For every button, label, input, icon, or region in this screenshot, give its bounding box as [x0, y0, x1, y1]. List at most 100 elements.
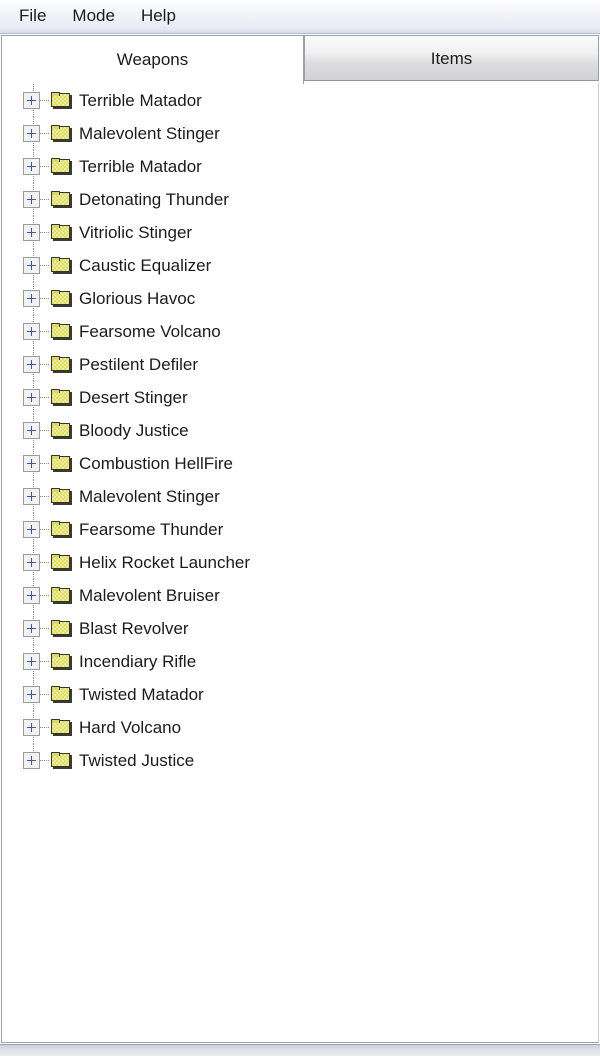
tree-connector-line — [40, 463, 50, 464]
tree-row-label: Terrible Matador — [79, 156, 202, 176]
tree-row[interactable]: Caustic Equalizer — [2, 249, 598, 282]
window-bottom-strip — [0, 1044, 600, 1056]
tree-row[interactable]: Twisted Justice — [2, 744, 598, 777]
tree-row[interactable]: Desert Stinger — [2, 381, 598, 414]
tree-connector-line — [40, 628, 50, 629]
folder-icon — [51, 290, 72, 307]
expand-plus-icon[interactable] — [23, 422, 40, 439]
tree-row[interactable]: Malevolent Stinger — [2, 117, 598, 150]
tree-connector-line — [40, 133, 50, 134]
expand-plus-icon[interactable] — [23, 554, 40, 571]
tree-connector-line — [40, 760, 50, 761]
menu-item-mode[interactable]: Mode — [62, 3, 125, 30]
application-window: File Mode Help Weapons Items Terrible Ma… — [0, 0, 600, 1056]
folder-icon — [51, 92, 72, 109]
tree-connector-line — [40, 232, 50, 233]
tree-connector-line — [40, 694, 50, 695]
folder-icon — [51, 488, 72, 505]
menu-bar: File Mode Help — [0, 0, 600, 34]
tree-row-label: Fearsome Volcano — [79, 321, 221, 341]
tree-row[interactable]: Combustion HellFire — [2, 447, 598, 480]
tree-row-label: Blast Revolver — [79, 618, 189, 638]
tree-row[interactable]: Incendiary Rifle — [2, 645, 598, 678]
folder-icon — [51, 224, 72, 241]
expand-plus-icon[interactable] — [23, 455, 40, 472]
tree-row-label: Combustion HellFire — [79, 453, 233, 473]
tree-row-label: Pestilent Defiler — [79, 354, 199, 374]
tree-connector-line — [40, 199, 50, 200]
expand-plus-icon[interactable] — [23, 290, 40, 307]
tree-row[interactable]: Fearsome Thunder — [2, 513, 598, 546]
tree-row[interactable]: Terrible Matador — [2, 150, 598, 183]
tree-row[interactable]: Detonating Thunder — [2, 183, 598, 216]
tree-connector-line — [40, 100, 50, 101]
expand-plus-icon[interactable] — [23, 158, 40, 175]
expand-plus-icon[interactable] — [23, 323, 40, 340]
tree-row-label: Bloody Justice — [79, 420, 189, 440]
tree-row-label: Fearsome Thunder — [79, 519, 224, 539]
tree-row-label: Detonating Thunder — [79, 189, 229, 209]
expand-plus-icon[interactable] — [23, 224, 40, 241]
tree-row[interactable]: Hard Volcano — [2, 711, 598, 744]
folder-icon — [51, 191, 72, 208]
tree-row[interactable]: Glorious Havoc — [2, 282, 598, 315]
tree-row[interactable]: Vitriolic Stinger — [2, 216, 598, 249]
tree-row-label: Glorious Havoc — [79, 288, 196, 308]
tree-row[interactable]: Terrible Matador — [2, 84, 598, 117]
tree-connector-line — [40, 364, 50, 365]
expand-plus-icon[interactable] — [23, 125, 40, 142]
expand-plus-icon[interactable] — [23, 521, 40, 538]
tree-connector-line — [40, 430, 50, 431]
tree-row[interactable]: Helix Rocket Launcher — [2, 546, 598, 579]
folder-icon — [51, 158, 72, 175]
expand-plus-icon[interactable] — [23, 587, 40, 604]
tree-row-label: Malevolent Stinger — [79, 486, 220, 506]
tree-connector-line — [40, 496, 50, 497]
folder-icon — [51, 752, 72, 769]
expand-plus-icon[interactable] — [23, 389, 40, 406]
expand-plus-icon[interactable] — [23, 257, 40, 274]
expand-plus-icon[interactable] — [23, 686, 40, 703]
expand-plus-icon[interactable] — [23, 488, 40, 505]
expand-plus-icon[interactable] — [23, 620, 40, 637]
folder-icon — [51, 323, 72, 340]
tree-row-label: Hard Volcano — [79, 717, 182, 737]
folder-icon — [51, 455, 72, 472]
tree-connector-line — [40, 397, 50, 398]
tree-connector-line — [40, 265, 50, 266]
folder-icon — [51, 521, 72, 538]
tree-connector-line — [40, 727, 50, 728]
tree-row[interactable]: Bloody Justice — [2, 414, 598, 447]
folder-icon — [51, 653, 72, 670]
expand-plus-icon[interactable] — [23, 191, 40, 208]
tree-row[interactable]: Pestilent Defiler — [2, 348, 598, 381]
tree-row-label: Incendiary Rifle — [79, 651, 197, 671]
tree-connector-line — [40, 562, 50, 563]
expand-plus-icon[interactable] — [23, 92, 40, 109]
tab-items[interactable]: Items — [304, 35, 599, 81]
tree-root: Terrible Matador Malevolent Stinger Terrib… — [2, 83, 598, 777]
menu-item-file[interactable]: File — [9, 3, 56, 30]
expand-plus-icon[interactable] — [23, 719, 40, 736]
tree-row-label: Twisted Matador — [79, 684, 204, 704]
tree-row-label: Caustic Equalizer — [79, 255, 212, 275]
expand-plus-icon[interactable] — [23, 653, 40, 670]
tab-weapons-label: Weapons — [116, 50, 189, 69]
tree-row[interactable]: Fearsome Volcano — [2, 315, 598, 348]
tab-items-label: Items — [430, 49, 473, 68]
tab-weapons[interactable]: Weapons — [1, 35, 304, 84]
tree-row-label: Vitriolic Stinger — [79, 222, 193, 242]
tree-row[interactable]: Blast Revolver — [2, 612, 598, 645]
weapons-tree-panel[interactable]: Terrible Matador Malevolent Stinger Terrib… — [1, 83, 599, 1043]
tree-row[interactable]: Malevolent Stinger — [2, 480, 598, 513]
expand-plus-icon[interactable] — [23, 356, 40, 373]
folder-icon — [51, 356, 72, 373]
folder-icon — [51, 587, 72, 604]
tree-row-label: Malevolent Bruiser — [79, 585, 220, 605]
tree-row-label: Twisted Justice — [79, 750, 195, 770]
tree-row[interactable]: Twisted Matador — [2, 678, 598, 711]
tree-row[interactable]: Malevolent Bruiser — [2, 579, 598, 612]
expand-plus-icon[interactable] — [23, 752, 40, 769]
menu-item-help[interactable]: Help — [131, 3, 186, 30]
tree-connector-line — [40, 661, 50, 662]
